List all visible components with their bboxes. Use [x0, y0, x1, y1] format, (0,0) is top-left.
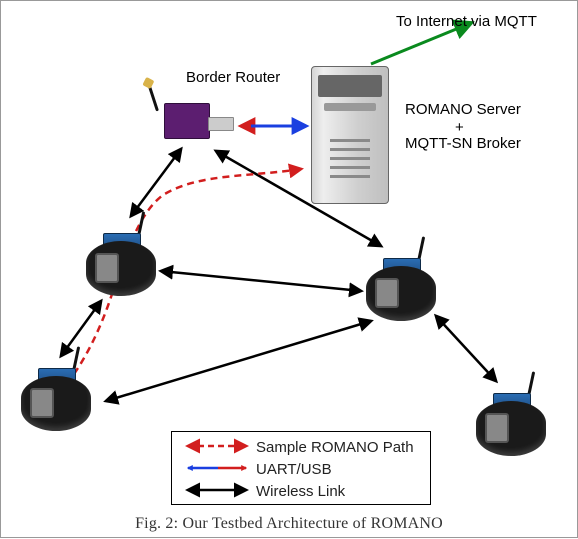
- server-label-2: +: [455, 119, 464, 136]
- legend-uart-label: UART/USB: [256, 461, 332, 478]
- legend: Sample ROMANO Path UART/USB Wireless Lin…: [171, 431, 431, 505]
- border-router: [156, 91, 236, 146]
- wireless-link: [161, 271, 361, 291]
- robot-node: [81, 211, 161, 301]
- wireless-link: [106, 321, 371, 401]
- legend-romano-label: Sample ROMANO Path: [256, 439, 414, 456]
- legend-wireless-label: Wireless Link: [256, 483, 345, 500]
- romano-server: [311, 66, 389, 204]
- server-label-3: MQTT-SN Broker: [405, 135, 521, 152]
- legend-uart-icon: [182, 458, 252, 480]
- legend-wireless-icon: [182, 480, 252, 502]
- robot-node: [16, 346, 96, 436]
- robot-node: [361, 236, 441, 326]
- server-label-1: ROMANO Server: [405, 101, 521, 118]
- wireless-link: [131, 149, 181, 216]
- border-router-label: Border Router: [186, 69, 280, 86]
- figure-caption: Fig. 2: Our Testbed Architecture of ROMA…: [1, 515, 577, 533]
- internet-label: To Internet via MQTT: [396, 13, 537, 30]
- legend-romano-icon: [182, 436, 252, 458]
- robot-node: [471, 371, 551, 461]
